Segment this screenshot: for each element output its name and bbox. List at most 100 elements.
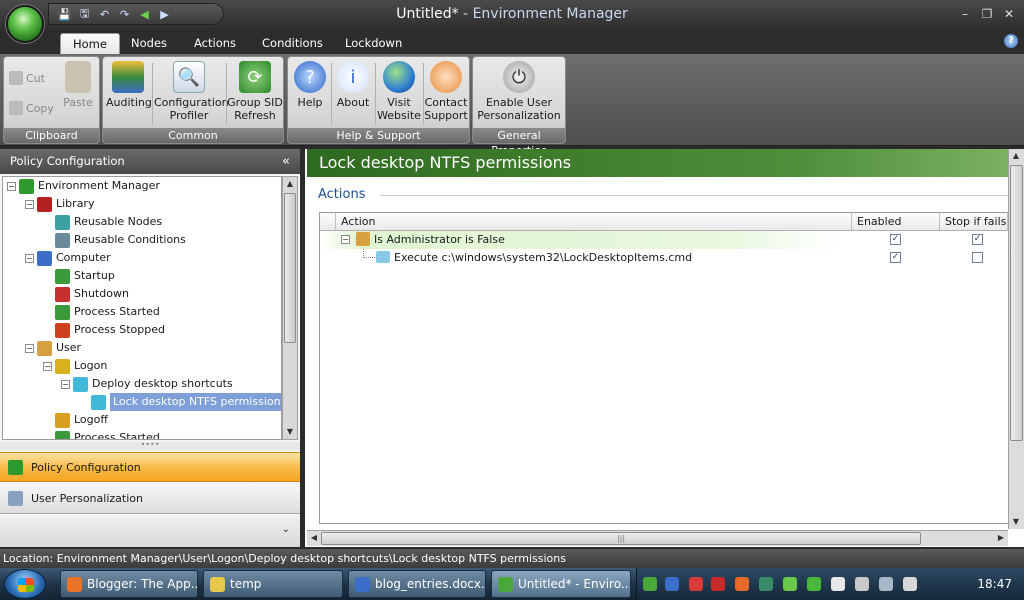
- tab-actions[interactable]: Actions: [182, 33, 248, 54]
- collapse-toggle-icon[interactable]: −: [25, 200, 34, 209]
- tree-node-logoff[interactable]: Logoff: [55, 411, 108, 429]
- condition-label: Is Administrator is False: [374, 233, 505, 246]
- help-icon[interactable]: ?: [1004, 34, 1018, 48]
- tree-node-label: Reusable Conditions: [74, 233, 186, 246]
- contact-support-button[interactable]: Contact Support: [424, 61, 468, 122]
- taskbar-item-environment-manager[interactable]: Untitled* - Enviro...: [491, 570, 631, 598]
- antivirus-icon[interactable]: [735, 577, 749, 591]
- tree-node-process-stopped[interactable]: Process Stopped: [55, 321, 165, 339]
- taskbar-item-temp[interactable]: temp: [203, 570, 343, 598]
- visit-website-button[interactable]: Visit Website: [377, 61, 421, 122]
- security-shield-icon[interactable]: [643, 577, 657, 591]
- taskbar-item-word[interactable]: blog_entries.docx...: [348, 570, 486, 598]
- tree-node-label: Shutdown: [74, 287, 129, 300]
- stop-if-fails-checkbox[interactable]: ✓: [972, 234, 983, 245]
- collapse-toggle-icon[interactable]: −: [7, 182, 16, 191]
- grid-horizontal-scrollbar[interactable]: ◀ ||| ▶: [307, 530, 1008, 546]
- tree-scrollbar[interactable]: ▲ ▼: [282, 176, 298, 440]
- nav-policy-configuration[interactable]: Policy Configuration: [0, 452, 300, 482]
- collapse-toggle-icon[interactable]: −: [61, 380, 70, 389]
- tree-node-computer[interactable]: Computer: [37, 249, 111, 267]
- minimize-button[interactable]: –: [956, 6, 974, 22]
- table-row[interactable]: Execute c:\windows\system32\LockDesktopI…: [320, 249, 1008, 267]
- collapse-panel-icon[interactable]: «: [282, 149, 290, 174]
- panel-splitter[interactable]: ••••: [0, 441, 300, 450]
- tree-node-shutdown[interactable]: Shutdown: [55, 285, 129, 303]
- tree-node-process-started[interactable]: Process Started: [55, 429, 160, 439]
- collapse-toggle-icon[interactable]: −: [25, 344, 34, 353]
- configuration-profiler-button[interactable]: 🔍 Configuration Profiler: [154, 61, 229, 122]
- scroll-thumb[interactable]: [1010, 165, 1023, 441]
- collapse-toggle-icon[interactable]: −: [341, 235, 350, 244]
- power-plug-icon[interactable]: [855, 577, 869, 591]
- windows-logo-icon: [18, 578, 34, 592]
- auditing-button[interactable]: Auditing: [106, 61, 152, 109]
- enabled-checkbox[interactable]: ✓: [890, 234, 901, 245]
- collapse-toggle-icon[interactable]: −: [25, 254, 34, 263]
- group-sid-refresh-button[interactable]: ⟳ Group SID Refresh: [227, 61, 283, 122]
- music-icon[interactable]: [759, 577, 773, 591]
- scroll-up-icon[interactable]: ▲: [283, 177, 297, 191]
- collapse-toggle-icon[interactable]: −: [43, 362, 52, 371]
- acrobat-icon[interactable]: [711, 577, 725, 591]
- scroll-thumb[interactable]: |||: [321, 532, 921, 545]
- tab-lockdown[interactable]: Lockdown: [333, 33, 414, 54]
- grid-vertical-scrollbar[interactable]: ▲ ▼: [1008, 149, 1024, 529]
- stop-if-fails-checkbox[interactable]: [972, 252, 983, 263]
- help-button[interactable]: ? Help: [291, 61, 329, 109]
- scroll-left-icon[interactable]: ◀: [307, 531, 321, 545]
- table-row[interactable]: − Is Administrator is False ✓ ✓: [320, 231, 1008, 249]
- tree-node-library[interactable]: Library: [37, 195, 94, 213]
- action-center-flag-icon[interactable]: [831, 577, 845, 591]
- tree-node-process-started[interactable]: Process Started: [55, 303, 160, 321]
- tab-nodes[interactable]: Nodes: [119, 33, 179, 54]
- network-sync-icon[interactable]: [665, 577, 679, 591]
- tree-node-label: Deploy desktop shortcuts: [92, 377, 233, 390]
- volume-muted-icon[interactable]: [903, 577, 917, 591]
- check-icon[interactable]: [807, 577, 821, 591]
- scroll-down-icon[interactable]: ▼: [1009, 515, 1023, 529]
- tab-conditions[interactable]: Conditions: [250, 33, 335, 54]
- startup-icon: [55, 268, 70, 284]
- column-header-enabled[interactable]: Enabled: [852, 213, 940, 231]
- paste-button[interactable]: Paste: [60, 61, 96, 109]
- scroll-up-icon[interactable]: ▲: [1009, 149, 1023, 163]
- computer-icon: [37, 250, 52, 266]
- scroll-thumb[interactable]: [284, 193, 296, 343]
- firefox-icon: [67, 577, 82, 592]
- tree-node-user[interactable]: User: [37, 339, 81, 357]
- column-header-action[interactable]: Action: [336, 213, 852, 231]
- tree-node-lock-desktop-ntfs-permissions[interactable]: Lock desktop NTFS permissions: [91, 393, 281, 411]
- tree-node-logon[interactable]: Logon: [55, 357, 107, 375]
- restore-button[interactable]: ❐: [978, 6, 996, 22]
- enable-user-personalization-button[interactable]: ⏻ Enable User Personalization: [475, 61, 563, 122]
- clock[interactable]: 18:47: [977, 577, 1012, 591]
- cut-button[interactable]: Cut: [9, 71, 45, 85]
- support-person-icon: [430, 61, 462, 93]
- chevron-down-icon[interactable]: ⌄: [282, 524, 290, 535]
- nav-user-personalization[interactable]: User Personalization: [0, 484, 300, 514]
- about-button[interactable]: i About: [333, 61, 373, 109]
- tree-node-startup[interactable]: Startup: [55, 267, 115, 285]
- tree-node-reusable-conditions[interactable]: Reusable Conditions: [55, 231, 186, 249]
- support-label: Support: [424, 109, 468, 122]
- tree-node-reusable-nodes[interactable]: Reusable Nodes: [55, 213, 162, 231]
- wireless-icon[interactable]: [783, 577, 797, 591]
- signal-strength-icon[interactable]: [879, 577, 893, 591]
- copy-label: Copy: [26, 101, 54, 115]
- taskbar-item-blogger[interactable]: Blogger: The App...: [60, 570, 198, 598]
- copy-button[interactable]: Copy: [9, 101, 54, 115]
- application-orb-button[interactable]: [6, 5, 44, 43]
- close-button[interactable]: ✕: [1000, 6, 1018, 22]
- panel-header-title: Policy Configuration: [10, 154, 125, 168]
- tab-home[interactable]: Home: [60, 33, 120, 54]
- scroll-right-icon[interactable]: ▶: [994, 531, 1008, 545]
- tree-node-deploy-desktop-shortcuts[interactable]: Deploy desktop shortcuts: [73, 375, 233, 393]
- status-bar: Location: Environment Manager\User\Logon…: [0, 549, 1024, 568]
- column-header-stop-if-fails[interactable]: Stop if fails: [940, 213, 1008, 231]
- start-button[interactable]: [4, 569, 46, 599]
- media-app-icon[interactable]: [689, 577, 703, 591]
- tree-node-environment-manager[interactable]: Environment Manager: [19, 177, 160, 195]
- scroll-down-icon[interactable]: ▼: [283, 425, 297, 439]
- enabled-checkbox[interactable]: ✓: [890, 252, 901, 263]
